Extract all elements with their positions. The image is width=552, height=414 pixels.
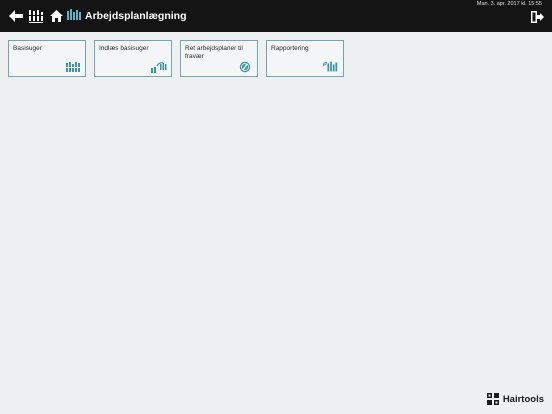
brand-logo: Hairtools bbox=[486, 393, 544, 405]
report-icon bbox=[323, 61, 339, 73]
tile-load-basic-weeks[interactable]: Indlæs basisuger bbox=[94, 40, 172, 77]
tile-label: Indlæs basisuger bbox=[99, 45, 149, 52]
home-icon[interactable] bbox=[46, 6, 66, 26]
top-bar: Arbejdsplanlægning Man. 3. apr. 2017 kl.… bbox=[0, 0, 552, 32]
hairtools-logo-icon bbox=[486, 393, 499, 405]
planner-icon[interactable] bbox=[26, 6, 46, 26]
page-title: Arbejdsplanlægning bbox=[85, 10, 187, 22]
tile-reporting[interactable]: Rapportering bbox=[266, 40, 344, 77]
datetime-label: Man. 3. apr. 2017 kl. 15:55 bbox=[476, 1, 542, 7]
load-weeks-icon bbox=[151, 61, 167, 73]
tile-label: Ret arbejdsplaner til fravær bbox=[185, 45, 243, 60]
work-plan-icon bbox=[66, 8, 82, 22]
logout-icon[interactable] bbox=[531, 11, 544, 23]
absence-icon bbox=[237, 61, 253, 73]
tile-label: Basisuger bbox=[13, 45, 42, 52]
basic-weeks-icon bbox=[65, 61, 81, 73]
brand-name: Hairtools bbox=[502, 393, 544, 405]
tile-grid: Basisuger Indlæs basisuger Ret arbejdspl… bbox=[8, 40, 344, 77]
tile-absence-plans[interactable]: Ret arbejdsplaner til fravær bbox=[180, 40, 258, 77]
tile-label: Rapportering bbox=[271, 45, 309, 52]
back-arrow-icon[interactable] bbox=[6, 6, 26, 26]
tile-basic-weeks[interactable]: Basisuger bbox=[8, 40, 86, 77]
